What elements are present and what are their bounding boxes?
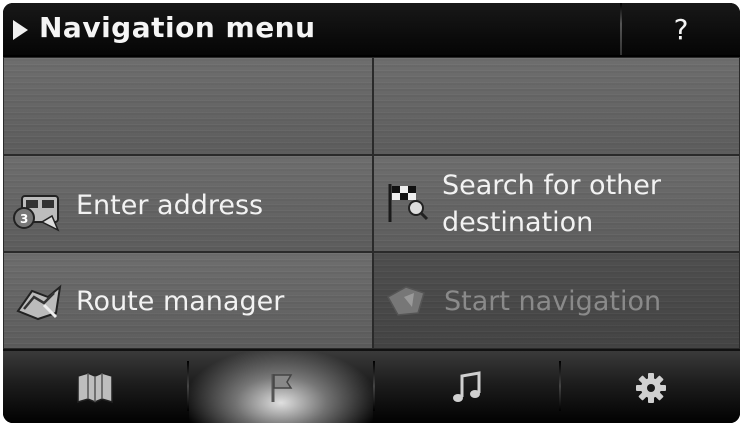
empty-tile-left — [3, 57, 373, 155]
gear-icon — [635, 373, 666, 403]
tab-navigation[interactable] — [189, 351, 373, 423]
search-other-destination-button[interactable]: Search for other destination — [373, 155, 740, 252]
page-title: Navigation menu — [39, 11, 316, 44]
bottom-tab-bar — [3, 349, 740, 423]
start-navigation-button: Start navigation — [373, 252, 740, 349]
svg-text:3: 3 — [20, 212, 28, 226]
route-manager-icon — [16, 284, 62, 321]
tab-settings[interactable] — [561, 351, 740, 423]
checkered-flag-icon — [388, 184, 429, 222]
enter-address-label: Enter address — [76, 190, 264, 221]
start-navigation-label: Start navigation — [444, 286, 662, 317]
search-other-label-line1: Search for other — [442, 170, 661, 201]
music-note-icon — [453, 371, 481, 402]
start-navigation-icon — [386, 286, 425, 316]
map-icon — [77, 372, 113, 404]
search-other-label-line2: destination — [442, 207, 594, 238]
tab-map[interactable] — [3, 351, 187, 423]
tab-music[interactable] — [375, 351, 559, 423]
empty-tile-right — [373, 57, 740, 155]
menu-grid: 3 Enter address Search for other destina… — [3, 57, 740, 349]
back-arrow-icon[interactable] — [13, 20, 28, 40]
title-bar: Navigation menu ? — [3, 3, 740, 57]
help-button[interactable]: ? — [622, 3, 740, 55]
address-book-icon: 3 — [13, 195, 60, 232]
route-manager-button[interactable]: Route manager — [3, 252, 373, 349]
device-screen: Navigation menu ? 3 Enter address Search… — [3, 3, 740, 423]
route-manager-label: Route manager — [76, 286, 285, 317]
enter-address-button[interactable]: 3 Enter address — [3, 155, 373, 252]
flag-icon — [271, 374, 293, 402]
